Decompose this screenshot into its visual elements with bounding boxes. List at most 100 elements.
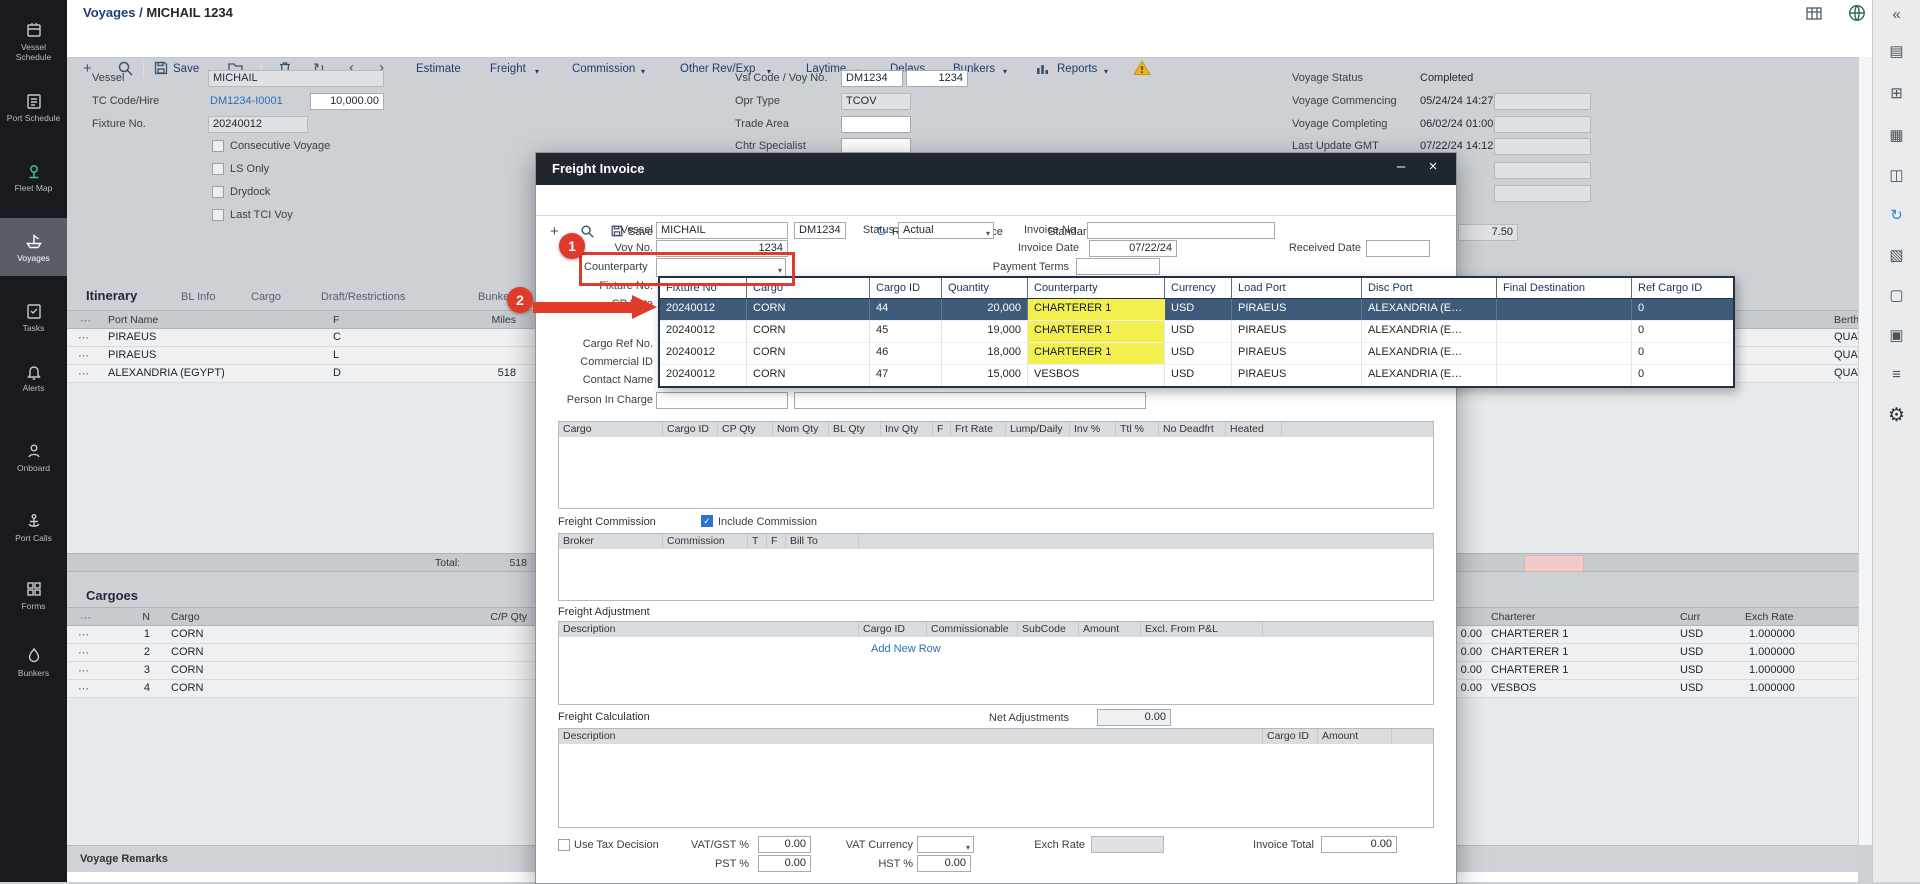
menu-estimate[interactable]: Estimate (416, 63, 461, 75)
include-commission-label: Include Commission (718, 516, 817, 528)
sidebar-item-tasks[interactable]: Tasks (0, 288, 67, 346)
drydock-checkbox[interactable] (212, 186, 224, 198)
sidebar-item-forms[interactable]: Forms (0, 566, 67, 624)
sidebar-item-voyages[interactable]: Voyages (0, 218, 67, 276)
add-new-row-link[interactable]: Add New Row (871, 643, 941, 655)
dropdown-row[interactable]: 20240012 CORN 47 15,000 VESBOS USD PIRAE… (660, 365, 1733, 386)
last-update-gmt-field[interactable] (1494, 138, 1591, 155)
sync-icon[interactable]: ↻ (1873, 206, 1920, 224)
tab-bl-info[interactable]: BL Info (181, 291, 215, 303)
calculator-icon[interactable]: ⊞ (1873, 84, 1920, 102)
vessel-field[interactable]: MICHAIL (656, 222, 788, 239)
add-button[interactable]: + (83, 60, 92, 77)
dropdown-row-selected[interactable]: 20240012 CORN 44 20,000 CHARTERER 1 USD … (660, 299, 1733, 321)
voyage-manager-app: { "icons": { "plus": "+", "ellipsis": "⋯… (0, 0, 1920, 882)
col-frt-rate: Frt Rate (951, 422, 1006, 437)
settings-gear-icon[interactable]: ⚙ (1873, 404, 1920, 427)
empty-field-1[interactable] (1494, 162, 1591, 179)
sidebar-item-vessel-schedule[interactable]: Vessel Schedule (0, 12, 67, 70)
person-in-charge-name-field[interactable] (794, 392, 1146, 409)
tc-code-link[interactable]: DM1234-I0001 (210, 95, 283, 107)
save-icon[interactable] (153, 60, 169, 76)
invoice-total-field[interactable]: 0.00 (1321, 836, 1397, 853)
invoice-date-field[interactable]: 07/22/24 (1089, 240, 1177, 257)
row-menu-button[interactable]: ⋯ (78, 646, 90, 659)
include-commission-checkbox[interactable]: ✓ (701, 515, 713, 527)
journal-icon[interactable]: ▦ (1873, 126, 1920, 144)
net-adjustments-field[interactable]: 0.00 (1097, 709, 1171, 726)
close-button[interactable]: × (1422, 158, 1444, 175)
tc-hire-field[interactable]: 10,000.00 (310, 93, 384, 110)
collapse-panel-icon[interactable]: « (1873, 6, 1920, 23)
vessel-code-field[interactable]: DM1234 (794, 222, 846, 239)
exch-rate-field[interactable] (1091, 836, 1164, 853)
calculation-table-body[interactable] (558, 744, 1434, 828)
globe-icon[interactable] (1847, 3, 1867, 23)
person-in-charge-field[interactable] (656, 392, 788, 409)
invoice-no-field[interactable] (1087, 222, 1275, 239)
row-menu-button[interactable]: ⋯ (78, 367, 90, 380)
panel-icon[interactable]: ◫ (1873, 166, 1920, 184)
rate-field[interactable]: 7.50 (1458, 224, 1518, 241)
tab-cargo[interactable]: Cargo (251, 291, 281, 303)
vat-gst-field[interactable]: 0.00 (758, 836, 811, 853)
menu-reports[interactable]: Reports (1057, 63, 1097, 75)
consecutive-voyage-checkbox[interactable] (212, 140, 224, 152)
breadcrumb-section[interactable]: Voyages / (83, 5, 143, 20)
voy-no-field[interactable]: 1234 (906, 70, 968, 87)
save-button[interactable]: Save (173, 63, 199, 75)
minimize-button[interactable]: – (1390, 158, 1412, 175)
sidebar-item-port-calls[interactable]: Port Calls (0, 498, 67, 556)
col-final-destination: Final Destination (1497, 278, 1632, 298)
sidebar-item-label: Port Schedule (3, 114, 65, 124)
fixture-no-field[interactable]: 20240012 (208, 116, 308, 133)
dropdown-row[interactable]: 20240012 CORN 45 19,000 CHARTERER 1 USD … (660, 321, 1733, 343)
sidebar-item-onboard[interactable]: Onboard (0, 428, 67, 486)
payment-terms-field[interactable] (1076, 258, 1160, 275)
row-menu-button[interactable]: ⋯ (78, 628, 90, 641)
warning-icon[interactable] (1133, 59, 1151, 76)
layers-icon[interactable]: ▧ (1873, 246, 1920, 264)
sidebar-item-bunkers[interactable]: Bunkers (0, 633, 67, 691)
n-cell: 4 (128, 682, 150, 694)
save-slot-icon[interactable]: ▣ (1873, 326, 1920, 344)
empty-field-2[interactable] (1494, 185, 1591, 202)
ls-only-checkbox[interactable] (212, 163, 224, 175)
received-date-field[interactable] (1366, 240, 1430, 257)
menu-commission[interactable]: Commission (572, 63, 635, 75)
vsl-code-field[interactable]: DM1234 (841, 70, 903, 87)
document-icon[interactable]: ▢ (1873, 286, 1920, 304)
row-menu-button[interactable]: ⋯ (78, 331, 90, 344)
pst-field[interactable]: 0.00 (758, 855, 811, 872)
row-menu-button[interactable]: ⋯ (78, 682, 90, 695)
vessel-field[interactable]: MICHAIL (208, 70, 384, 87)
sidebar-item-label: Forms (3, 602, 65, 612)
cargo-table-body[interactable] (558, 437, 1434, 509)
tab-draft-restrictions[interactable]: Draft/Restrictions (321, 291, 405, 303)
col-heated: Heated (1226, 422, 1282, 437)
trade-area-field[interactable] (841, 116, 911, 133)
menu-freight[interactable]: Freight (490, 63, 526, 75)
sidebar-item-alerts[interactable]: Alerts (0, 348, 67, 406)
charterer-cell: VESBOS (1491, 682, 1536, 694)
notes-icon[interactable]: ≡ (1873, 366, 1920, 383)
row-menu-button[interactable]: ⋯ (78, 349, 90, 362)
col-disc-port: Disc Port (1362, 278, 1497, 298)
sidebar-item-port-schedule[interactable]: Port Schedule (0, 78, 67, 136)
vat-currency-select[interactable]: ▾ (917, 836, 974, 853)
hst-field[interactable]: 0.00 (917, 855, 971, 872)
final-destination-cell (1497, 343, 1632, 364)
voyage-completing-field[interactable] (1494, 116, 1591, 133)
opr-type-field[interactable]: TCOV (841, 93, 911, 110)
use-tax-decision-checkbox[interactable] (558, 839, 570, 851)
last-tci-voy-checkbox[interactable] (212, 209, 224, 221)
activity-icon[interactable]: ▤ (1873, 42, 1920, 60)
row-menu-button[interactable]: ⋯ (78, 664, 90, 677)
table-view-icon[interactable] (1805, 5, 1823, 23)
dropdown-row[interactable]: 20240012 CORN 46 18,000 CHARTERER 1 USD … (660, 343, 1733, 365)
commission-table-body[interactable] (558, 549, 1434, 601)
status-select[interactable]: Actual▾ (898, 222, 994, 239)
voyage-commencing-field[interactable] (1494, 93, 1591, 110)
currency-cell: USD (1165, 299, 1232, 320)
sidebar-item-fleet-map[interactable]: Fleet Map (0, 148, 67, 206)
